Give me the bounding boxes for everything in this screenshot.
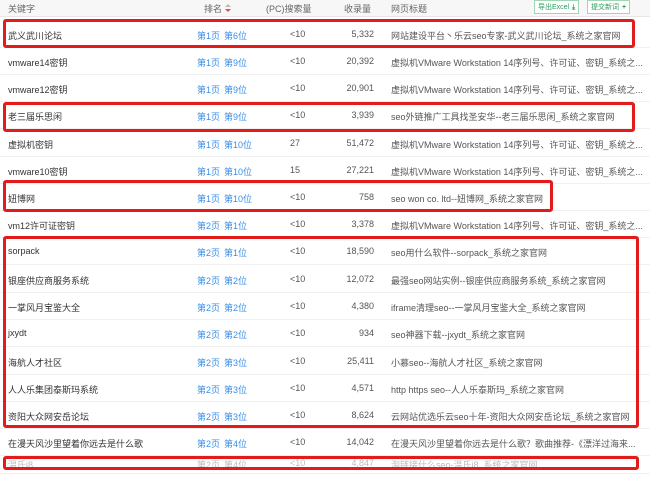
highlight-box (3, 456, 639, 470)
rank-position-link[interactable]: 第9位 (224, 85, 247, 95)
rank-position-link[interactable]: 第9位 (224, 58, 247, 68)
table-row: vmware14密钥 第1页 第9位 <10 20,392 虚拟机VMware Works… (0, 48, 650, 75)
table-header: 关键字 排名 (PC)搜索量 收录量 网页标题 导出Excel ⤓ 提交新词 + (0, 0, 650, 17)
table-row: 虚拟机密钥 第1页 第10位 27 51,472 虚拟机VMware Workstatio… (0, 130, 650, 157)
rank-position-link[interactable]: 第10位 (224, 140, 252, 150)
header-rank-label: 排名 (204, 4, 223, 14)
rank-position-link[interactable]: 第1位 (224, 221, 247, 231)
rank-cell[interactable]: 第1页 第10位 (197, 138, 256, 151)
table-row: vmware12密钥 第1页 第9位 <10 20,901 虚拟机VMware Works… (0, 75, 650, 102)
download-icon: ⤓ (572, 4, 576, 11)
keyword-cell: 在漫天风沙里望着你远去是什么歌 (8, 439, 144, 449)
rank-position-link[interactable]: 第4位 (224, 439, 247, 449)
index-count-cell: 51,472 (346, 138, 374, 148)
rank-page-link[interactable]: 第1页 (197, 85, 220, 95)
rank-page-link[interactable]: 第1页 (197, 58, 220, 68)
page-title-cell: 虚拟机VMware Workstation 14序列号、许可证、密钥_系统之..… (391, 140, 643, 150)
pc-volume-cell: 15 (290, 165, 301, 175)
header-keyword: 关键字 (8, 4, 36, 14)
keyword-cell: vmware14密钥 (8, 58, 68, 68)
index-count-cell: 20,392 (346, 56, 374, 66)
rank-position-link[interactable]: 第10位 (224, 167, 252, 177)
rank-cell[interactable]: 第2页 第1位 (197, 219, 251, 232)
highlight-box (3, 180, 553, 212)
rank-page-link[interactable]: 第2页 (197, 439, 220, 449)
sort-icon[interactable] (225, 4, 232, 13)
rank-cell[interactable]: 第2页 第4位 (197, 437, 251, 450)
page-title-cell: 虚拟机VMware Workstation 14序列号、许可证、密钥_系统之..… (391, 221, 643, 231)
keyword-cell: vmware10密钥 (8, 167, 68, 177)
index-count-cell: 27,221 (346, 165, 374, 175)
rank-cell[interactable]: 第1页 第9位 (197, 56, 251, 69)
highlight-box (3, 236, 639, 428)
submit-new-word-label: 提交新词 (591, 4, 619, 11)
header-pc-volume: (PC)搜索量 (266, 4, 312, 14)
index-count-cell: 3,378 (351, 219, 374, 229)
rank-page-link[interactable]: 第1页 (197, 140, 220, 150)
header-rank[interactable]: 排名 (204, 2, 232, 15)
index-count-cell: 14,042 (346, 437, 374, 447)
index-count-cell: 20,901 (346, 83, 374, 93)
keyword-cell: vm12许可证密钥 (8, 221, 76, 231)
highlight-box (3, 19, 635, 48)
table-row: 在漫天风沙里望着你远去是什么歌 第2页 第4位 <10 14,042 在漫天风沙里望着你远… (0, 429, 650, 456)
keyword-cell: vmware12密钥 (8, 85, 68, 95)
highlight-box (3, 102, 635, 132)
header-page-title: 网页标题 (391, 4, 428, 14)
export-excel-label: 导出Excel (538, 4, 570, 11)
rank-cell[interactable]: 第1页 第10位 (197, 165, 256, 178)
pc-volume-cell: <10 (290, 56, 306, 66)
page-title-cell: 在漫天风沙里望着你远去是什么歌？歌曲推荐-《漂洋过海来... (391, 439, 636, 449)
rank-page-link[interactable]: 第2页 (197, 221, 220, 231)
keyword-cell: 虚拟机密钥 (8, 140, 54, 150)
submit-new-word-button[interactable]: 提交新词 + (587, 0, 631, 14)
page-title-cell: 虚拟机VMware Workstation 14序列号、许可证、密钥_系统之..… (391, 58, 643, 68)
pc-volume-cell: <10 (290, 437, 306, 447)
table-row: vm12许可证密钥 第2页 第1位 <10 3,378 虚拟机VMware Worksta… (0, 211, 650, 238)
rank-page-link[interactable]: 第1页 (197, 167, 220, 177)
pc-volume-cell: <10 (290, 219, 306, 229)
export-excel-button[interactable]: 导出Excel ⤓ (534, 0, 580, 14)
page-title-cell: 虚拟机VMware Workstation 14序列号、许可证、密钥_系统之..… (391, 167, 643, 177)
plus-icon: + (622, 4, 627, 11)
rank-cell[interactable]: 第1页 第9位 (197, 83, 251, 96)
pc-volume-cell: <10 (290, 83, 306, 93)
header-index-count: 收录量 (344, 4, 372, 14)
pc-volume-cell: 27 (290, 138, 301, 148)
page-title-cell: 虚拟机VMware Workstation 14序列号、许可证、密钥_系统之..… (391, 85, 643, 95)
